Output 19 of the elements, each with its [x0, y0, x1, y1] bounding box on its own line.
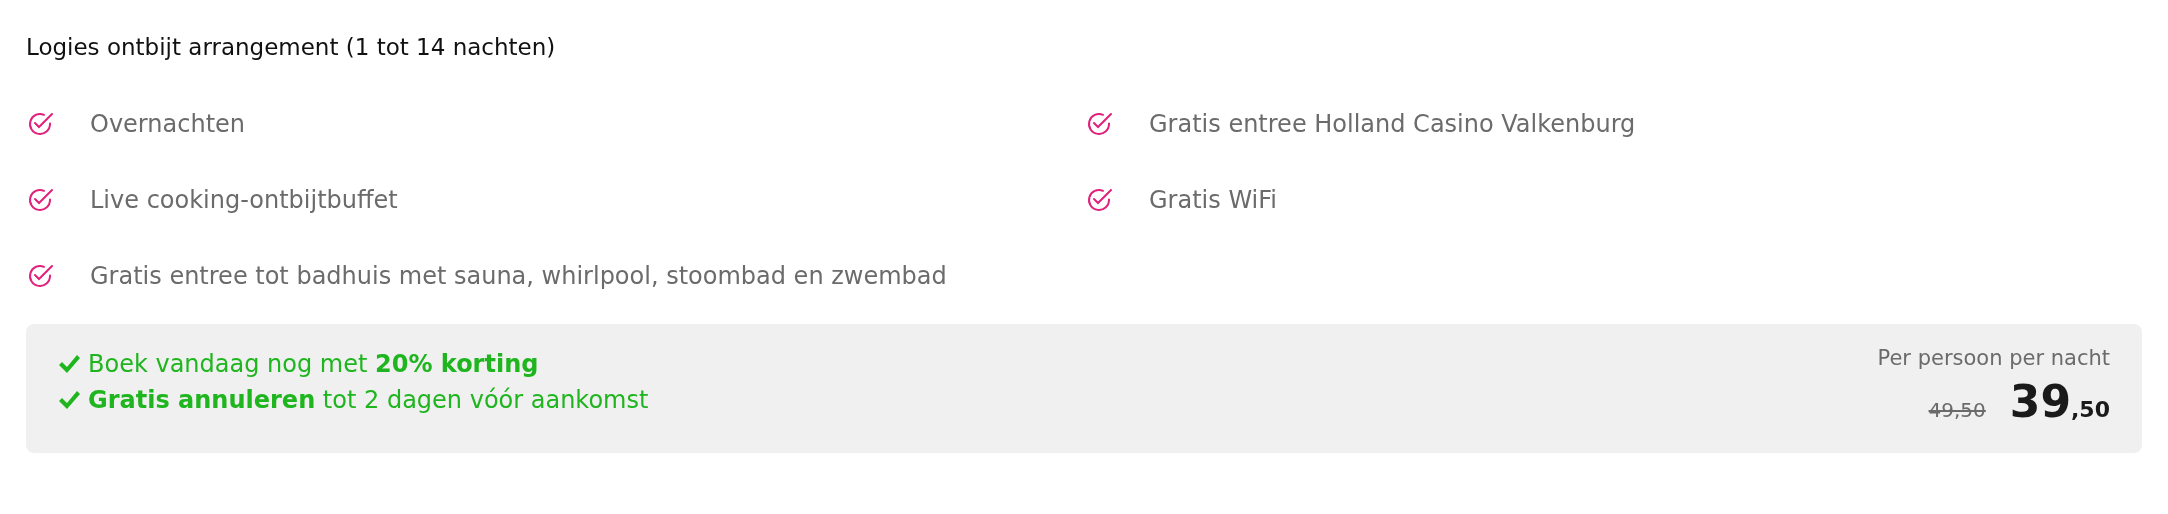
- feature-text: Gratis WiFi: [1149, 186, 1277, 214]
- benefit-text: Gratis annuleren tot 2 dagen vóór aankomst: [88, 386, 649, 414]
- benefit-text: Boek vandaag nog met 20% korting: [88, 350, 539, 378]
- check-icon: [58, 390, 80, 410]
- old-price: 49,50: [1928, 398, 1986, 422]
- feature-text: Overnachten: [90, 110, 245, 138]
- check-circle-icon: [1085, 186, 1113, 214]
- check-icon: [58, 354, 80, 374]
- check-circle-icon: [1085, 110, 1113, 138]
- price-label: Per persoon per nacht: [1877, 346, 2110, 370]
- feature-text: Gratis entree tot badhuis met sauna, whirlpool, stoombad en zwembad: [90, 262, 947, 290]
- price: 39: [2009, 376, 2071, 427]
- feature-text: Live cooking-ontbijtbuffet: [90, 186, 398, 214]
- check-circle-icon: [26, 262, 54, 290]
- feature-text: Gratis entree Holland Casino Valkenburg: [1149, 110, 1636, 138]
- check-circle-icon: [26, 186, 54, 214]
- package-title: Logies ontbijt arrangement (1 tot 14 nachten): [26, 34, 557, 62]
- check-circle-icon: [26, 110, 54, 138]
- price-cents: ,50: [2071, 397, 2110, 422]
